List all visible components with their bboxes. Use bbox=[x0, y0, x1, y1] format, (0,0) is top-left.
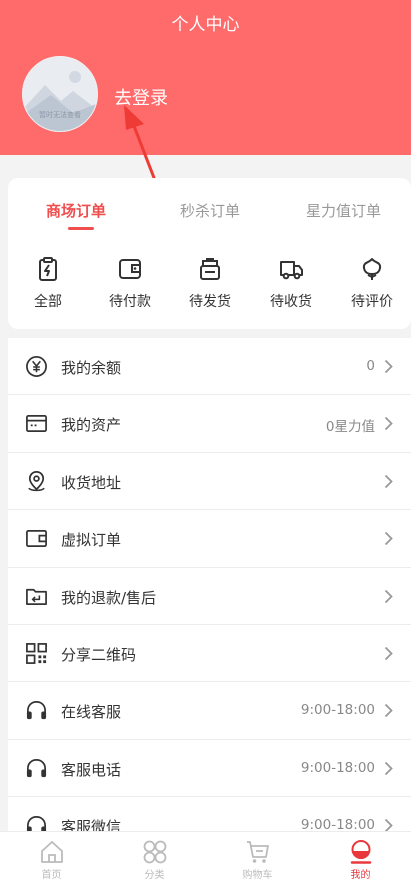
order-status-pending-shipment[interactable]: 待发货 bbox=[170, 256, 250, 311]
headset-icon bbox=[26, 758, 47, 777]
login-button[interactable]: 去登录 bbox=[114, 84, 168, 110]
tabbar-profile[interactable]: 我的 bbox=[309, 832, 411, 881]
avatar-caption: 暂时无法查看 bbox=[39, 111, 81, 119]
tabbar-label: 首页 bbox=[41, 870, 62, 881]
location-icon bbox=[28, 470, 45, 491]
menu-item-assets[interactable]: 我的资产 0星力值 bbox=[8, 395, 411, 453]
headset-icon bbox=[26, 701, 47, 720]
category-icon bbox=[143, 840, 166, 864]
menu-item-address[interactable]: 收货地址 bbox=[8, 453, 411, 511]
order-status-label: 待付款 bbox=[109, 294, 151, 310]
card-icon bbox=[26, 415, 47, 433]
order-status-label: 待评价 bbox=[351, 294, 393, 310]
qrcode-icon bbox=[26, 643, 47, 664]
tabbar-category[interactable]: 分类 bbox=[103, 832, 206, 881]
wallet-icon bbox=[26, 530, 47, 548]
tabbar-label: 我的 bbox=[350, 870, 371, 881]
menu-list: 我的余额 0 我的资产 0星力值 收货地址 虚拟订单 我的退款/售后 分享二维码… bbox=[8, 338, 411, 855]
menu-item-label: 在线客服 bbox=[61, 703, 122, 722]
profile-icon bbox=[350, 840, 371, 864]
image-placeholder-icon bbox=[23, 71, 97, 131]
menu-item-value: 9:00-18:00 bbox=[300, 702, 375, 719]
menu-item-refunds[interactable]: 我的退款/售后 bbox=[8, 568, 411, 625]
truck-icon bbox=[280, 261, 303, 280]
order-status-all[interactable]: 全部 bbox=[8, 256, 88, 311]
profile-header: 个人中心 暂时无法查看 去登录 bbox=[0, 0, 411, 155]
tabbar-home[interactable]: 首页 bbox=[0, 832, 103, 881]
chevron-right-icon bbox=[384, 359, 393, 374]
menu-item-balance[interactable]: 我的余额 0 bbox=[8, 338, 411, 396]
tab-star-power-orders[interactable]: 星力值订单 bbox=[306, 200, 381, 221]
order-tabs: 商场订单 秒杀订单 星力值订单 bbox=[8, 178, 411, 238]
order-status-pending-payment[interactable]: 待付款 bbox=[90, 256, 170, 311]
menu-item-value: 0星力值 bbox=[325, 419, 375, 436]
chevron-right-icon bbox=[384, 704, 393, 718]
bottom-tab-bar: 首页 分类 购物车 我的 bbox=[0, 831, 411, 881]
tab-mall-orders[interactable]: 商场订单 bbox=[46, 200, 106, 221]
order-status-pending-receipt[interactable]: 待收货 bbox=[251, 256, 331, 311]
tabbar-label: 购物车 bbox=[242, 870, 273, 881]
tabbar-cart[interactable]: 购物车 bbox=[206, 832, 309, 881]
orders-card: 商场订单 秒杀订单 星力值订单 全部 待付款 待发货 待收货 待评价 bbox=[8, 178, 411, 329]
package-icon bbox=[200, 258, 220, 280]
home-icon bbox=[40, 841, 63, 863]
menu-item-service-phone[interactable]: 客服电话 9:00-18:00 bbox=[8, 740, 411, 798]
clipboard-icon bbox=[39, 257, 57, 281]
yuan-icon bbox=[26, 356, 47, 377]
order-status-label: 待发货 bbox=[189, 294, 231, 310]
chevron-right-icon bbox=[384, 532, 393, 546]
return-folder-icon bbox=[26, 588, 47, 605]
menu-item-label: 分享二维码 bbox=[61, 645, 137, 664]
avatar[interactable]: 暂时无法查看 bbox=[22, 56, 98, 132]
menu-item-label: 虚拟订单 bbox=[61, 531, 122, 550]
menu-item-label: 我的资产 bbox=[61, 416, 122, 435]
wallet-icon bbox=[119, 259, 141, 279]
chevron-right-icon bbox=[384, 646, 393, 661]
chevron-right-icon bbox=[384, 589, 393, 603]
chevron-right-icon bbox=[384, 474, 393, 488]
menu-item-virtual-orders[interactable]: 虚拟订单 bbox=[8, 510, 411, 568]
order-status-label: 待收货 bbox=[270, 294, 312, 310]
flower-icon bbox=[362, 258, 382, 280]
menu-item-online-service[interactable]: 在线客服 9:00-18:00 bbox=[8, 682, 411, 740]
chevron-right-icon bbox=[384, 417, 393, 431]
cart-icon bbox=[246, 841, 269, 863]
menu-item-label: 我的余额 bbox=[61, 359, 122, 377]
menu-item-value: 9:00-18:00 bbox=[300, 759, 375, 776]
order-status-label: 全部 bbox=[34, 294, 62, 310]
menu-item-label: 我的退款/售后 bbox=[61, 588, 157, 607]
order-status-pending-review[interactable]: 待评价 bbox=[332, 256, 411, 311]
active-tab-indicator bbox=[68, 227, 94, 230]
menu-item-share-qrcode[interactable]: 分享二维码 bbox=[8, 625, 411, 683]
tabbar-label: 分类 bbox=[144, 870, 165, 881]
menu-item-label: 客服电话 bbox=[61, 760, 122, 779]
menu-item-value: 0 bbox=[366, 358, 375, 374]
tab-flash-sale-orders[interactable]: 秒杀订单 bbox=[180, 200, 240, 221]
menu-item-label: 收货地址 bbox=[61, 473, 122, 492]
chevron-right-icon bbox=[384, 761, 393, 775]
page-title: 个人中心 bbox=[171, 15, 240, 35]
